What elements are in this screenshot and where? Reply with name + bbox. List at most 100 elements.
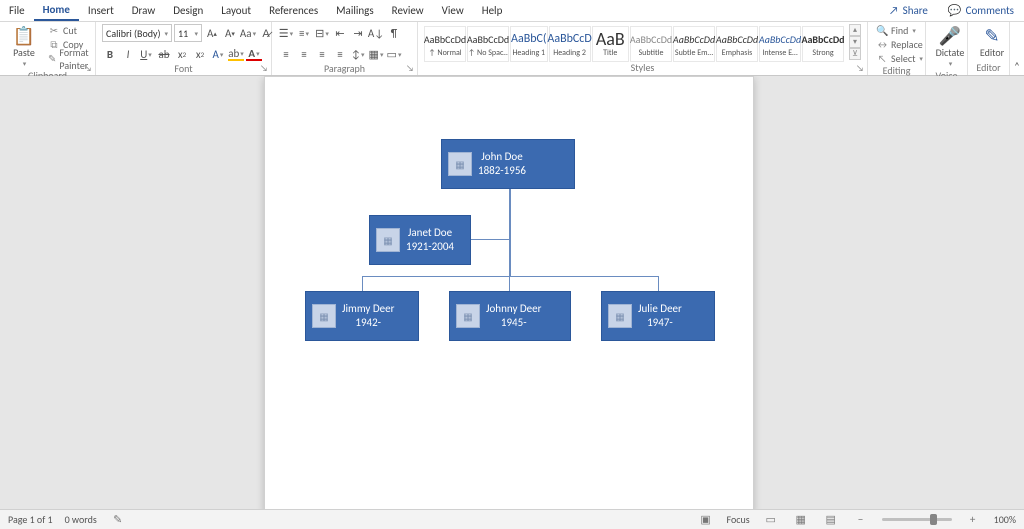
style-preview: AaBbCcDd (716, 30, 758, 48)
style-heading-2[interactable]: AaBbCcDHeading 2 (549, 26, 591, 62)
style-emphasis[interactable]: AaBbCcDdEmphasis (716, 26, 758, 62)
style---normal[interactable]: AaBbCcDd↑ Normal (424, 26, 466, 62)
group-styles: AaBbCcDd↑ NormalAaBbCcDd↑ No Spac…AaBbC(… (418, 22, 868, 75)
line-spacing-button[interactable]: ↕▾ (350, 46, 366, 62)
styles-launcher[interactable]: ↘ (855, 64, 865, 74)
org-chart[interactable]: ▦ John Doe1882-1956 ▦ Janet Doe1921-2004… (265, 137, 753, 437)
font-color-button[interactable]: A▾ (246, 47, 262, 61)
comments-icon: 💬 (948, 4, 962, 17)
tab-help[interactable]: Help (473, 0, 512, 21)
bold-button[interactable]: B (102, 46, 118, 62)
tab-review[interactable]: Review (383, 0, 433, 21)
focus-mode-button[interactable]: ▣ (697, 513, 715, 527)
print-layout-button[interactable]: ▦ (792, 513, 810, 527)
styles-more[interactable]: ⊻ (849, 48, 861, 60)
style-heading-1[interactable]: AaBbC(Heading 1 (510, 26, 548, 62)
group-editing: 🔍Find▾ ↔Replace ↖Select▾ Editing (868, 22, 926, 75)
borders-button[interactable]: ▭▾ (386, 46, 402, 62)
replace-button[interactable]: ↔Replace (874, 38, 925, 51)
align-center-button[interactable]: ≡ (296, 46, 312, 62)
tab-home[interactable]: Home (34, 0, 79, 21)
styles-scroll-up[interactable]: ▴ (849, 24, 861, 36)
increase-indent-button[interactable]: ⇥ (350, 25, 366, 41)
font-name-value: Calibri (Body) (106, 27, 161, 40)
share-icon: ↗ (889, 4, 899, 17)
style-subtitle[interactable]: AaBbCcDdSubtitle (630, 26, 672, 62)
italic-button[interactable]: I (120, 46, 136, 62)
font-size-select[interactable]: 11▾ (174, 24, 202, 42)
font-name-select[interactable]: Calibri (Body)▾ (102, 24, 172, 42)
increase-font-button[interactable]: A▴ (204, 25, 220, 41)
zoom-slider[interactable] (882, 518, 952, 521)
style---no-spac-[interactable]: AaBbCcDd↑ No Spac… (467, 26, 509, 62)
justify-button[interactable]: ≡ (332, 46, 348, 62)
zoom-out-button[interactable]: − (852, 513, 870, 527)
decrease-font-button[interactable]: A▾ (222, 25, 238, 41)
group-editor-label: Editor (974, 62, 1003, 74)
paste-button[interactable]: 📋 Paste ▾ (6, 24, 42, 70)
clipboard-launcher[interactable]: ↘ (83, 64, 93, 74)
strikethrough-button[interactable]: ab (156, 46, 172, 62)
shading-button[interactable]: ▦▾ (368, 46, 384, 62)
sort-button[interactable]: A↓ (368, 25, 384, 41)
share-button[interactable]: ↗ Share (879, 0, 938, 21)
web-layout-button[interactable]: ▤ (822, 513, 840, 527)
focus-label[interactable]: Focus (727, 513, 750, 526)
paragraph-launcher[interactable]: ↘ (405, 64, 415, 74)
show-marks-button[interactable]: ¶ (386, 25, 402, 41)
group-font-label: Font (102, 63, 265, 75)
dictate-button[interactable]: 🎤 Dictate ▾ (932, 24, 968, 70)
chevron-down-icon: ▾ (164, 29, 168, 38)
collapse-ribbon-button[interactable]: ˄ (1009, 58, 1024, 74)
style-strong[interactable]: AaBbCcDdStrong (802, 26, 844, 62)
find-button[interactable]: 🔍Find▾ (874, 24, 925, 37)
multilevel-button[interactable]: ⊟▾ (314, 25, 330, 41)
tab-draw[interactable]: Draw (123, 0, 164, 21)
status-words[interactable]: 0 words (65, 513, 97, 526)
comments-button[interactable]: 💬 Comments (938, 0, 1024, 21)
style-subtle-em-[interactable]: AaBbCcDdSubtle Em… (673, 26, 715, 62)
tab-view[interactable]: View (433, 0, 473, 21)
document-page[interactable]: ▦ John Doe1882-1956 ▦ Janet Doe1921-2004… (264, 76, 754, 509)
align-left-button[interactable]: ≡ (278, 46, 294, 62)
tab-layout[interactable]: Layout (212, 0, 260, 21)
zoom-knob[interactable] (930, 514, 937, 525)
decrease-indent-button[interactable]: ⇤ (332, 25, 348, 41)
org-node-child[interactable]: ▦ Janet Doe1921-2004 (369, 215, 471, 265)
tab-references[interactable]: References (260, 0, 327, 21)
org-node-g3[interactable]: ▦ Julie Deer1947- (601, 291, 715, 341)
connector (509, 188, 511, 276)
text-effects-button[interactable]: A▾ (210, 46, 226, 62)
style-title[interactable]: AaBTitle (592, 26, 629, 62)
underline-button[interactable]: U▾ (138, 46, 154, 62)
connector (362, 276, 659, 277)
spellcheck-icon[interactable]: ✎ (109, 513, 127, 527)
tab-insert[interactable]: Insert (79, 0, 123, 21)
style-intense-e-[interactable]: AaBbCcDdIntense E… (759, 26, 801, 62)
font-launcher[interactable]: ↘ (259, 64, 269, 74)
org-node-g1[interactable]: ▦ Jimmy Deer1942- (305, 291, 419, 341)
menu-bar: File Home Insert Draw Design Layout Refe… (0, 0, 1024, 22)
styles-scroll-down[interactable]: ▾ (849, 36, 861, 48)
style-name: Subtitle (639, 48, 664, 58)
search-icon: 🔍 (876, 24, 888, 37)
node-name: John Doe (481, 150, 522, 164)
org-node-g2[interactable]: ▦ Johnny Deer1945- (449, 291, 571, 341)
status-page[interactable]: Page 1 of 1 (8, 513, 53, 526)
highlight-button[interactable]: ab▾ (228, 47, 244, 61)
change-case-button[interactable]: Aa▾ (240, 25, 256, 41)
org-node-root[interactable]: ▦ John Doe1882-1956 (441, 139, 575, 189)
tab-file[interactable]: File (0, 0, 34, 21)
subscript-button[interactable]: x2 (174, 46, 190, 62)
zoom-in-button[interactable]: + (964, 513, 982, 527)
tab-design[interactable]: Design (164, 0, 212, 21)
align-right-button[interactable]: ≡ (314, 46, 330, 62)
zoom-value[interactable]: 100% (994, 513, 1016, 526)
bullets-button[interactable]: ☰▾ (278, 25, 294, 41)
tab-mailings[interactable]: Mailings (327, 0, 383, 21)
superscript-button[interactable]: x2 (192, 46, 208, 62)
numbering-button[interactable]: ≡▾ (296, 25, 312, 41)
cut-button[interactable]: ✂Cut (46, 24, 94, 37)
read-mode-button[interactable]: ▭ (762, 513, 780, 527)
editor-button[interactable]: ✎ Editor (974, 24, 1010, 61)
